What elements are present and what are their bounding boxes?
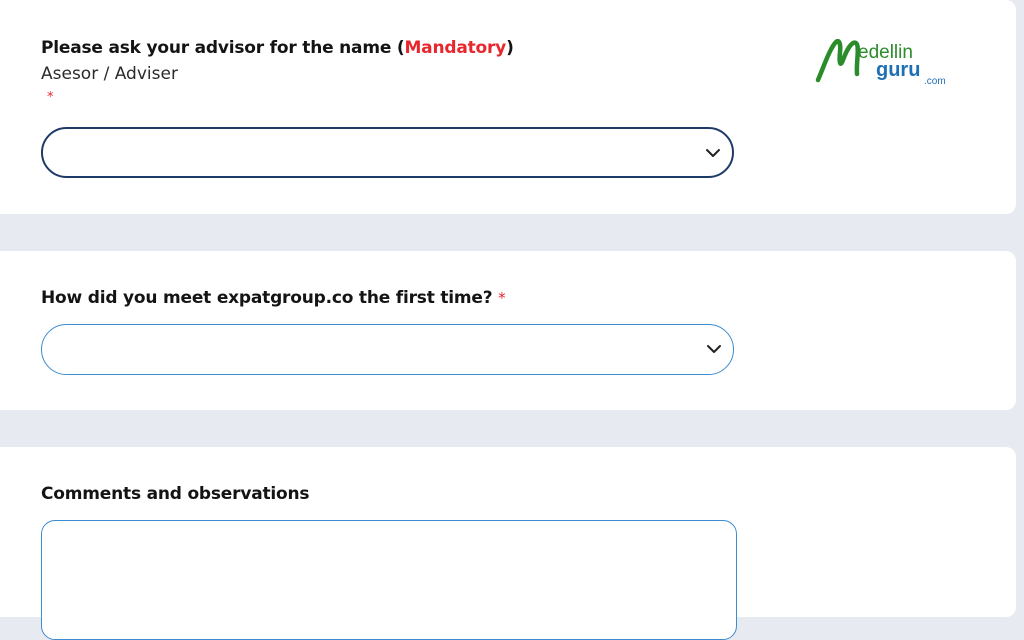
question-title-advisor: Please ask your advisor for the name (Ma… [41,38,514,58]
question-subtitle-advisor: Asesor / Adviser [41,64,178,84]
question-title-how-met: How did you meet expatgroup.co the first… [41,288,506,308]
question-title-text: How did you meet expatgroup.co the first… [41,288,493,308]
chevron-down-icon [707,345,721,353]
question-title-comments: Comments and observations [41,484,310,504]
question-card-advisor: Please ask your advisor for the name (Ma… [0,0,1016,214]
medellin-guru-logo: edellin guru .com [815,38,946,87]
comments-textarea[interactable] [41,520,737,640]
question-title-suffix: ) [506,38,514,58]
logo-text-com: .com [924,76,946,87]
required-asterisk: * [47,90,54,105]
question-card-comments: Comments and observations [0,447,1016,640]
chevron-down-icon [706,149,720,157]
how-met-select[interactable] [41,324,734,375]
logo-text-guru: guru [876,59,920,81]
question-title-prefix: Please ask your advisor for the name ( [41,38,405,58]
advisor-select[interactable] [41,127,734,178]
question-card-how-met: How did you meet expatgroup.co the first… [0,251,1016,410]
mandatory-label: Mandatory [404,38,507,58]
required-asterisk: * [498,289,506,307]
